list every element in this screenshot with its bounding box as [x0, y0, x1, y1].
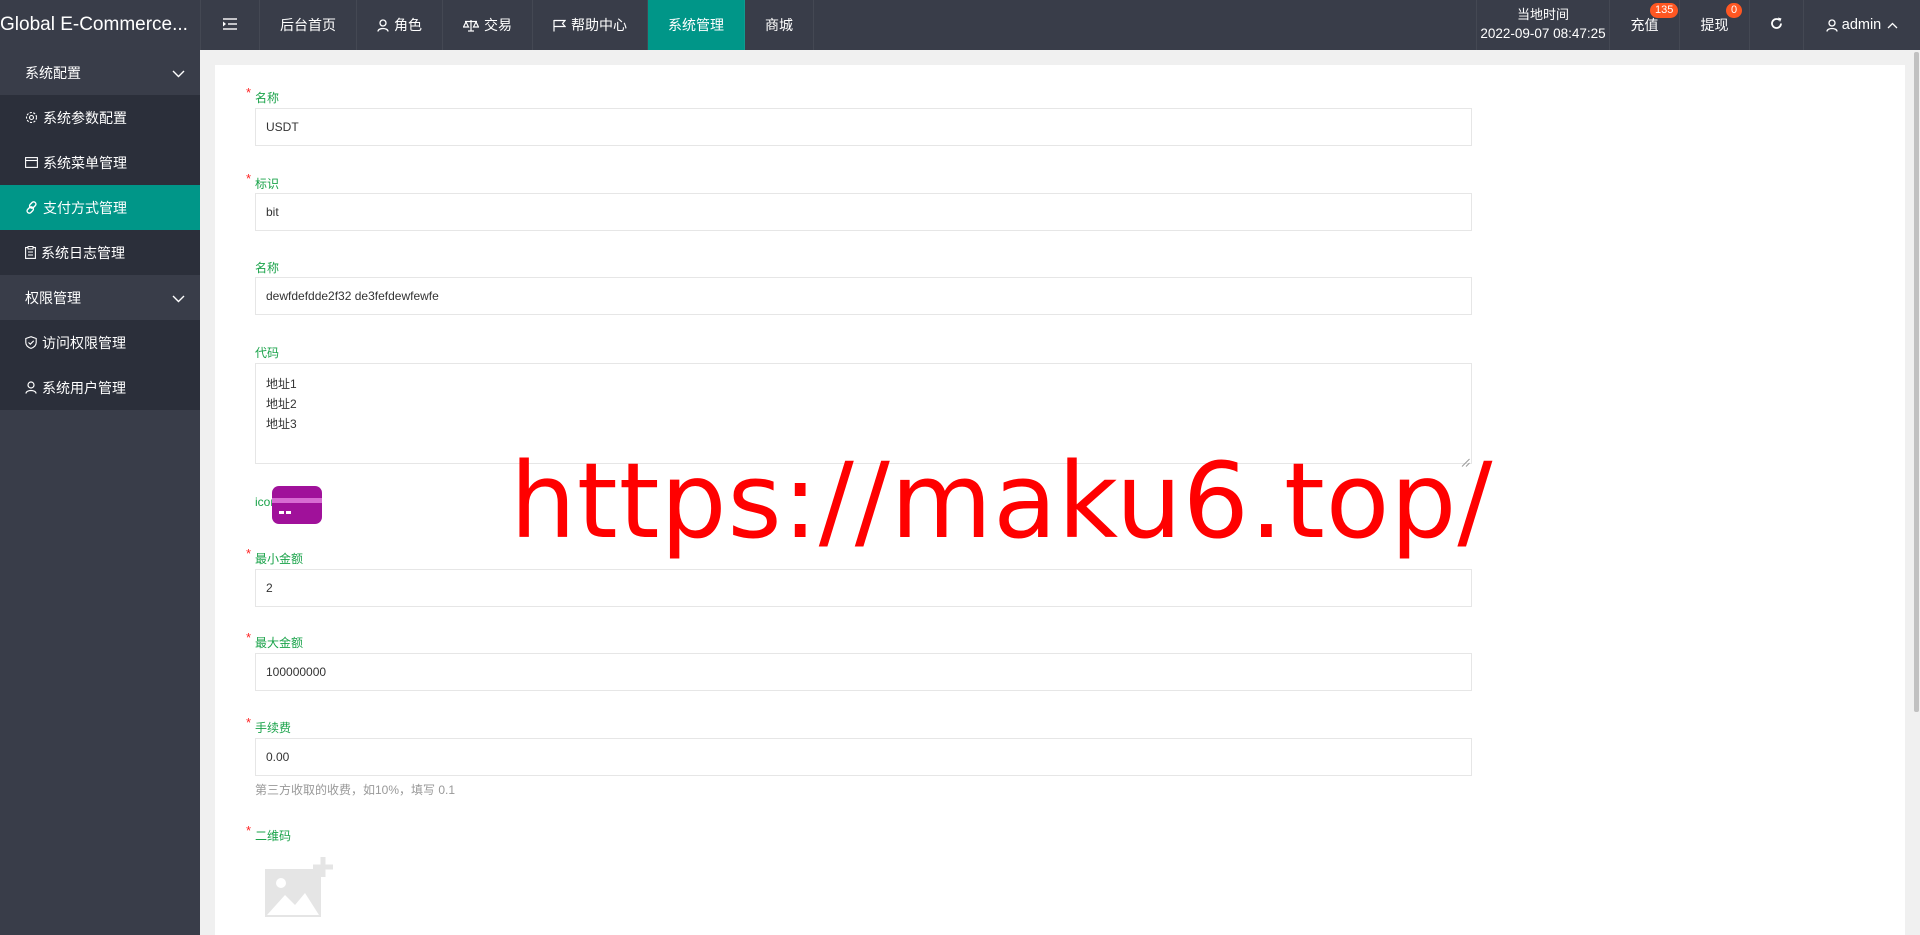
sidebar-group-label: 权限管理 — [25, 289, 81, 306]
refresh-button[interactable] — [1749, 0, 1803, 50]
image-upload-icon[interactable] — [263, 857, 333, 922]
local-time: 当地时间 2022-09-07 08:47:25 — [1476, 0, 1609, 50]
required-mark: * — [246, 546, 252, 561]
withdraw-button[interactable]: 提现 0 — [1679, 0, 1749, 50]
user-icon — [25, 381, 37, 394]
sidebar-item-menus[interactable]: 系统菜单管理 — [0, 140, 200, 185]
refresh-icon — [1770, 17, 1783, 33]
sidebar-item-payments[interactable]: 支付方式管理 — [0, 185, 200, 230]
user-icon — [1826, 18, 1838, 32]
sidebar-group-label: 系统配置 — [25, 64, 81, 81]
required-mark: * — [246, 823, 252, 838]
sidebar-item-logs[interactable]: 系统日志管理 — [0, 230, 200, 275]
withdraw-label: 提现 — [1700, 17, 1729, 33]
sidebar-item-users[interactable]: 系统用户管理 — [0, 365, 200, 410]
sidebar-group-permissions[interactable]: 权限管理 — [0, 275, 200, 320]
nav-system[interactable]: 系统管理 — [648, 0, 745, 50]
link-icon — [25, 201, 38, 214]
local-time-label: 当地时间 — [1516, 7, 1569, 22]
fee-input[interactable]: 0.00 — [255, 738, 1472, 776]
chevron-down-icon — [172, 65, 185, 81]
sidebar-item-label: 系统参数配置 — [43, 109, 127, 126]
sidebar-item-label: 访问权限管理 — [42, 334, 126, 351]
required-mark: * — [246, 85, 252, 100]
name-label: 名称 — [255, 91, 280, 105]
fee-label: 手续费 — [255, 721, 292, 735]
code-line: 地址2 — [266, 397, 297, 411]
chevron-down-icon — [172, 290, 185, 306]
watermark-url: https://maku6.top/ — [510, 440, 1494, 562]
sidebar-item-label: 支付方式管理 — [43, 199, 127, 216]
required-mark: * — [246, 171, 252, 186]
min-amount-label: 最小金额 — [255, 552, 304, 566]
recharge-label: 充值 — [1630, 17, 1659, 33]
max-amount-input[interactable]: 100000000 — [255, 653, 1472, 691]
gear-icon — [25, 111, 38, 124]
local-time-value: 2022-09-07 08:47:25 — [1480, 26, 1606, 41]
sidebar: 系统配置 系统参数配置 系统菜单管理 支付方式管理 系统日志管理 权限管理 访问… — [0, 50, 200, 935]
nav-mall-label: 商城 — [765, 17, 793, 33]
name2-label: 名称 — [255, 261, 280, 275]
chevron-up-icon — [1887, 22, 1898, 29]
app-brand: Global E-Commerce... — [0, 14, 188, 35]
name-input[interactable]: USDT — [255, 108, 1472, 146]
user-icon — [377, 18, 389, 32]
shield-check-icon — [25, 336, 37, 349]
nav-mall[interactable]: 商城 — [745, 0, 814, 50]
nav-trade-label: 交易 — [484, 17, 512, 33]
sidebar-item-params[interactable]: 系统参数配置 — [0, 95, 200, 140]
sidebar-group-system-config[interactable]: 系统配置 — [0, 50, 200, 95]
ident-input[interactable]: bit — [255, 193, 1472, 231]
required-mark: * — [246, 630, 252, 645]
sidebar-item-label: 系统菜单管理 — [43, 154, 127, 171]
code-line: 地址3 — [266, 417, 297, 431]
sidebar-item-label: 系统日志管理 — [41, 244, 125, 261]
top-navigation: 后台首页 角色 交易 帮助中心 系统管理 商城 — [200, 0, 814, 50]
window-icon — [25, 157, 38, 168]
nav-roles[interactable]: 角色 — [357, 0, 443, 50]
sidebar-item-access[interactable]: 访问权限管理 — [0, 320, 200, 365]
max-amount-label: 最大金额 — [255, 636, 304, 650]
header-right: 当地时间 2022-09-07 08:47:25 充值 135 提现 0 adm… — [1476, 0, 1920, 50]
nav-system-label: 系统管理 — [668, 17, 724, 33]
name2-input[interactable]: dewfdefdde2f32 de3fefdewfewfe — [255, 277, 1472, 315]
nav-roles-label: 角色 — [394, 17, 422, 33]
code-line: 地址1 — [266, 377, 297, 391]
nav-home-label: 后台首页 — [280, 17, 336, 33]
fee-hint: 第三方收取的收费，如10%，填写 0.1 — [255, 783, 456, 797]
qr-label: 二维码 — [255, 829, 292, 843]
page-scrollbar[interactable] — [1914, 52, 1919, 712]
user-menu[interactable]: admin — [1803, 0, 1920, 50]
min-amount-input[interactable]: 2 — [255, 569, 1472, 607]
nav-help[interactable]: 帮助中心 — [533, 0, 648, 50]
flag-icon — [553, 19, 566, 32]
credit-card-icon[interactable] — [272, 486, 322, 527]
nav-home[interactable]: 后台首页 — [260, 0, 357, 50]
menu-toggle-button[interactable] — [200, 0, 260, 50]
ident-label: 标识 — [255, 177, 280, 191]
sidebar-item-label: 系统用户管理 — [42, 379, 126, 396]
scale-icon — [463, 19, 479, 32]
menu-indent-icon — [223, 17, 237, 33]
withdraw-badge: 0 — [1726, 3, 1743, 18]
recharge-button[interactable]: 充值 135 — [1609, 0, 1679, 50]
recharge-badge: 135 — [1650, 3, 1679, 18]
clipboard-icon — [25, 246, 36, 259]
top-header: Global E-Commerce... 后台首页 角色 交易 帮助中心 系统管… — [0, 0, 1920, 50]
user-name: admin — [1841, 17, 1882, 33]
nav-help-label: 帮助中心 — [571, 17, 627, 33]
code-label: 代码 — [255, 346, 280, 360]
required-mark: * — [246, 715, 252, 730]
nav-trade[interactable]: 交易 — [443, 0, 533, 50]
